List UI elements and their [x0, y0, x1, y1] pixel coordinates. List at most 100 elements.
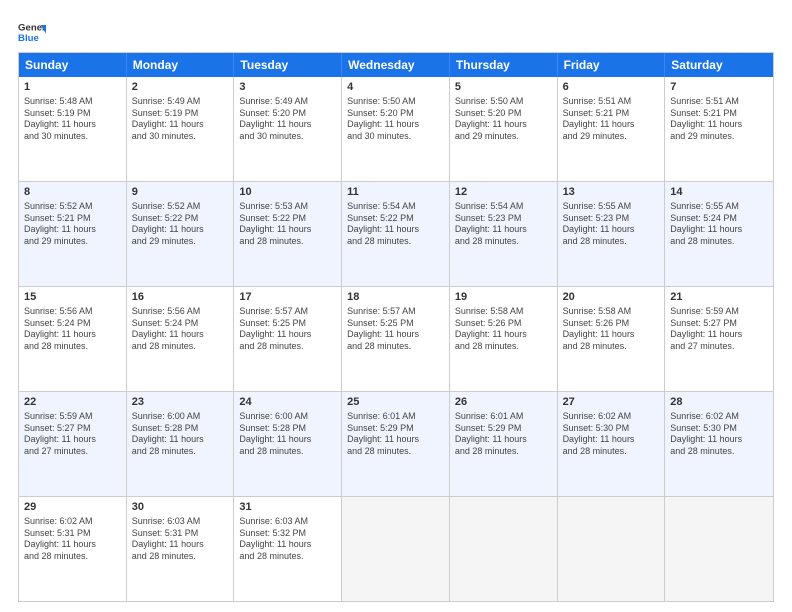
header-day-saturday: Saturday: [665, 53, 773, 77]
cell-info: Sunrise: 5:48 AMSunset: 5:19 PMDaylight:…: [24, 96, 121, 143]
cell-info: Sunrise: 5:58 AMSunset: 5:26 PMDaylight:…: [455, 306, 552, 353]
cell-info: Sunrise: 5:53 AMSunset: 5:22 PMDaylight:…: [239, 201, 336, 248]
day-number: 27: [563, 395, 660, 410]
page: General Blue SundayMondayTuesdayWednesda…: [0, 0, 792, 612]
svg-text:General: General: [18, 22, 46, 33]
calendar-cell: [450, 497, 558, 601]
calendar-cell: 4Sunrise: 5:50 AMSunset: 5:20 PMDaylight…: [342, 77, 450, 181]
header-day-friday: Friday: [558, 53, 666, 77]
day-number: 5: [455, 80, 552, 95]
calendar-cell: [665, 497, 773, 601]
calendar-cell: 28Sunrise: 6:02 AMSunset: 5:30 PMDayligh…: [665, 392, 773, 496]
calendar-cell: 30Sunrise: 6:03 AMSunset: 5:31 PMDayligh…: [127, 497, 235, 601]
cell-info: Sunrise: 5:50 AMSunset: 5:20 PMDaylight:…: [455, 96, 552, 143]
day-number: 17: [239, 290, 336, 305]
cell-info: Sunrise: 6:03 AMSunset: 5:32 PMDaylight:…: [239, 516, 336, 563]
calendar-cell: 12Sunrise: 5:54 AMSunset: 5:23 PMDayligh…: [450, 182, 558, 286]
cell-info: Sunrise: 5:59 AMSunset: 5:27 PMDaylight:…: [24, 411, 121, 458]
day-number: 23: [132, 395, 229, 410]
header-day-wednesday: Wednesday: [342, 53, 450, 77]
calendar-cell: 26Sunrise: 6:01 AMSunset: 5:29 PMDayligh…: [450, 392, 558, 496]
cell-info: Sunrise: 6:02 AMSunset: 5:31 PMDaylight:…: [24, 516, 121, 563]
cell-info: Sunrise: 5:57 AMSunset: 5:25 PMDaylight:…: [239, 306, 336, 353]
calendar-cell: 19Sunrise: 5:58 AMSunset: 5:26 PMDayligh…: [450, 287, 558, 391]
calendar-cell: 31Sunrise: 6:03 AMSunset: 5:32 PMDayligh…: [234, 497, 342, 601]
cell-info: Sunrise: 5:51 AMSunset: 5:21 PMDaylight:…: [563, 96, 660, 143]
calendar-cell: 13Sunrise: 5:55 AMSunset: 5:23 PMDayligh…: [558, 182, 666, 286]
day-number: 25: [347, 395, 444, 410]
cell-info: Sunrise: 5:51 AMSunset: 5:21 PMDaylight:…: [670, 96, 768, 143]
cell-info: Sunrise: 6:03 AMSunset: 5:31 PMDaylight:…: [132, 516, 229, 563]
calendar-row-4: 22Sunrise: 5:59 AMSunset: 5:27 PMDayligh…: [19, 392, 773, 497]
logo: General Blue: [18, 18, 46, 46]
calendar-cell: 21Sunrise: 5:59 AMSunset: 5:27 PMDayligh…: [665, 287, 773, 391]
calendar-row-3: 15Sunrise: 5:56 AMSunset: 5:24 PMDayligh…: [19, 287, 773, 392]
calendar-cell: 17Sunrise: 5:57 AMSunset: 5:25 PMDayligh…: [234, 287, 342, 391]
day-number: 9: [132, 185, 229, 200]
cell-info: Sunrise: 6:02 AMSunset: 5:30 PMDaylight:…: [670, 411, 768, 458]
cell-info: Sunrise: 5:52 AMSunset: 5:21 PMDaylight:…: [24, 201, 121, 248]
calendar-cell: 16Sunrise: 5:56 AMSunset: 5:24 PMDayligh…: [127, 287, 235, 391]
day-number: 19: [455, 290, 552, 305]
day-number: 20: [563, 290, 660, 305]
calendar-cell: 3Sunrise: 5:49 AMSunset: 5:20 PMDaylight…: [234, 77, 342, 181]
calendar-cell: 6Sunrise: 5:51 AMSunset: 5:21 PMDaylight…: [558, 77, 666, 181]
day-number: 16: [132, 290, 229, 305]
calendar-cell: 18Sunrise: 5:57 AMSunset: 5:25 PMDayligh…: [342, 287, 450, 391]
cell-info: Sunrise: 6:02 AMSunset: 5:30 PMDaylight:…: [563, 411, 660, 458]
day-number: 28: [670, 395, 768, 410]
calendar-cell: 10Sunrise: 5:53 AMSunset: 5:22 PMDayligh…: [234, 182, 342, 286]
header-day-monday: Monday: [127, 53, 235, 77]
header-day-tuesday: Tuesday: [234, 53, 342, 77]
day-number: 7: [670, 80, 768, 95]
calendar-cell: 14Sunrise: 5:55 AMSunset: 5:24 PMDayligh…: [665, 182, 773, 286]
day-number: 2: [132, 80, 229, 95]
day-number: 4: [347, 80, 444, 95]
calendar-cell: 8Sunrise: 5:52 AMSunset: 5:21 PMDaylight…: [19, 182, 127, 286]
svg-text:Blue: Blue: [18, 33, 39, 44]
day-number: 11: [347, 185, 444, 200]
cell-info: Sunrise: 5:55 AMSunset: 5:24 PMDaylight:…: [670, 201, 768, 248]
day-number: 24: [239, 395, 336, 410]
cell-info: Sunrise: 6:00 AMSunset: 5:28 PMDaylight:…: [239, 411, 336, 458]
day-number: 10: [239, 185, 336, 200]
calendar-cell: 2Sunrise: 5:49 AMSunset: 5:19 PMDaylight…: [127, 77, 235, 181]
header: General Blue: [18, 18, 774, 46]
cell-info: Sunrise: 5:50 AMSunset: 5:20 PMDaylight:…: [347, 96, 444, 143]
day-number: 15: [24, 290, 121, 305]
calendar-cell: 22Sunrise: 5:59 AMSunset: 5:27 PMDayligh…: [19, 392, 127, 496]
calendar-cell: 25Sunrise: 6:01 AMSunset: 5:29 PMDayligh…: [342, 392, 450, 496]
day-number: 31: [239, 500, 336, 515]
calendar-header: SundayMondayTuesdayWednesdayThursdayFrid…: [19, 53, 773, 77]
day-number: 21: [670, 290, 768, 305]
header-day-sunday: Sunday: [19, 53, 127, 77]
cell-info: Sunrise: 5:54 AMSunset: 5:22 PMDaylight:…: [347, 201, 444, 248]
day-number: 3: [239, 80, 336, 95]
cell-info: Sunrise: 5:49 AMSunset: 5:19 PMDaylight:…: [132, 96, 229, 143]
calendar-body: 1Sunrise: 5:48 AMSunset: 5:19 PMDaylight…: [19, 77, 773, 601]
calendar-cell: 5Sunrise: 5:50 AMSunset: 5:20 PMDaylight…: [450, 77, 558, 181]
day-number: 30: [132, 500, 229, 515]
day-number: 13: [563, 185, 660, 200]
day-number: 12: [455, 185, 552, 200]
calendar-cell: 1Sunrise: 5:48 AMSunset: 5:19 PMDaylight…: [19, 77, 127, 181]
day-number: 8: [24, 185, 121, 200]
cell-info: Sunrise: 5:55 AMSunset: 5:23 PMDaylight:…: [563, 201, 660, 248]
calendar-cell: 20Sunrise: 5:58 AMSunset: 5:26 PMDayligh…: [558, 287, 666, 391]
cell-info: Sunrise: 5:54 AMSunset: 5:23 PMDaylight:…: [455, 201, 552, 248]
cell-info: Sunrise: 6:01 AMSunset: 5:29 PMDaylight:…: [347, 411, 444, 458]
calendar-row-2: 8Sunrise: 5:52 AMSunset: 5:21 PMDaylight…: [19, 182, 773, 287]
logo-icon: General Blue: [18, 18, 46, 46]
calendar-cell: 24Sunrise: 6:00 AMSunset: 5:28 PMDayligh…: [234, 392, 342, 496]
calendar-cell: 11Sunrise: 5:54 AMSunset: 5:22 PMDayligh…: [342, 182, 450, 286]
cell-info: Sunrise: 5:56 AMSunset: 5:24 PMDaylight:…: [24, 306, 121, 353]
calendar-cell: 15Sunrise: 5:56 AMSunset: 5:24 PMDayligh…: [19, 287, 127, 391]
calendar-cell: 27Sunrise: 6:02 AMSunset: 5:30 PMDayligh…: [558, 392, 666, 496]
day-number: 29: [24, 500, 121, 515]
calendar-cell: 9Sunrise: 5:52 AMSunset: 5:22 PMDaylight…: [127, 182, 235, 286]
cell-info: Sunrise: 5:56 AMSunset: 5:24 PMDaylight:…: [132, 306, 229, 353]
day-number: 14: [670, 185, 768, 200]
day-number: 18: [347, 290, 444, 305]
cell-info: Sunrise: 5:57 AMSunset: 5:25 PMDaylight:…: [347, 306, 444, 353]
day-number: 22: [24, 395, 121, 410]
